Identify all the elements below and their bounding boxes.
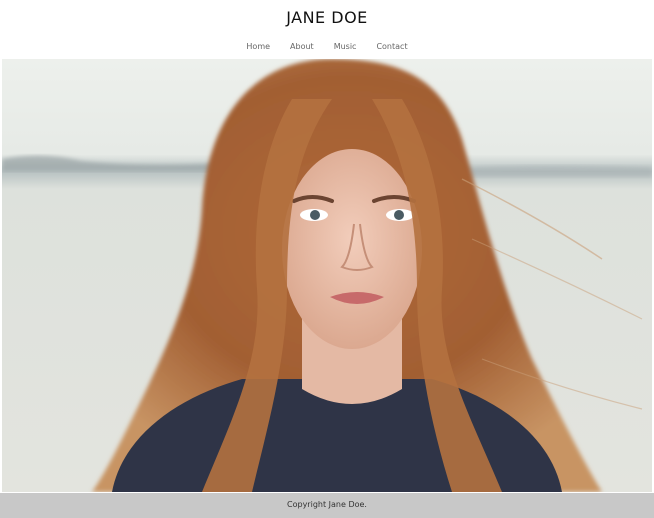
nav-item-music[interactable]: Music <box>334 42 357 51</box>
site-title: JANE DOE <box>286 8 368 27</box>
site-footer: Copyright Jane Doe. <box>0 493 654 518</box>
copyright-text: Copyright Jane Doe. <box>287 500 367 509</box>
nav-item-about[interactable]: About <box>290 42 314 51</box>
site-header: JANE DOE Home About Music Contact <box>0 0 654 58</box>
nav-item-home[interactable]: Home <box>246 42 270 51</box>
portrait-photo <box>2 59 652 492</box>
main-nav: Home About Music Contact <box>0 42 654 51</box>
nav-item-contact[interactable]: Contact <box>376 42 407 51</box>
hero-image <box>2 59 652 492</box>
